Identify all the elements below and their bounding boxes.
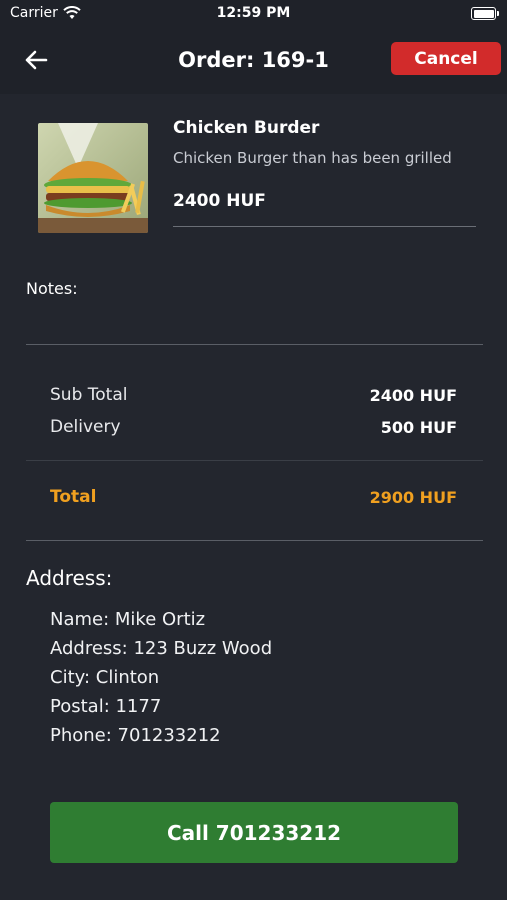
total-label: Total [50,487,97,507]
subtotal-label: Sub Total [50,385,128,405]
item-divider [173,226,476,227]
call-button[interactable]: Call 701233212 [50,802,458,863]
address-phone: Phone: 701233212 [50,725,221,746]
subtotal-value: 2400 HUF [369,386,457,405]
notes-label: Notes: [26,279,78,298]
battery-icon [471,7,499,20]
address-heading: Address: [26,566,113,590]
total-value: 2900 HUF [369,488,457,507]
status-time: 12:59 PM [216,5,291,21]
delivery-value: 500 HUF [380,418,457,437]
nav-bar: Order: 169-1 Cancel [0,28,507,94]
total-divider [26,540,483,541]
burger-image [38,123,148,233]
item-price: 2400 HUF [173,191,266,211]
address-postal: Postal: 1177 [50,696,162,717]
delivery-label: Delivery [50,417,121,437]
notes-divider [26,344,483,345]
address-name: Name: Mike Ortiz [50,609,206,630]
address-street: Address: 123 Buzz Wood [50,638,273,659]
item-name: Chicken Burder [173,118,320,138]
cancel-button[interactable]: Cancel [391,42,501,75]
status-bar: Carrier 12:59 PM [0,0,507,28]
item-description: Chicken Burger than has been grilled [173,149,452,167]
summary-divider [26,460,483,461]
address-city: City: Clinton [50,667,160,688]
